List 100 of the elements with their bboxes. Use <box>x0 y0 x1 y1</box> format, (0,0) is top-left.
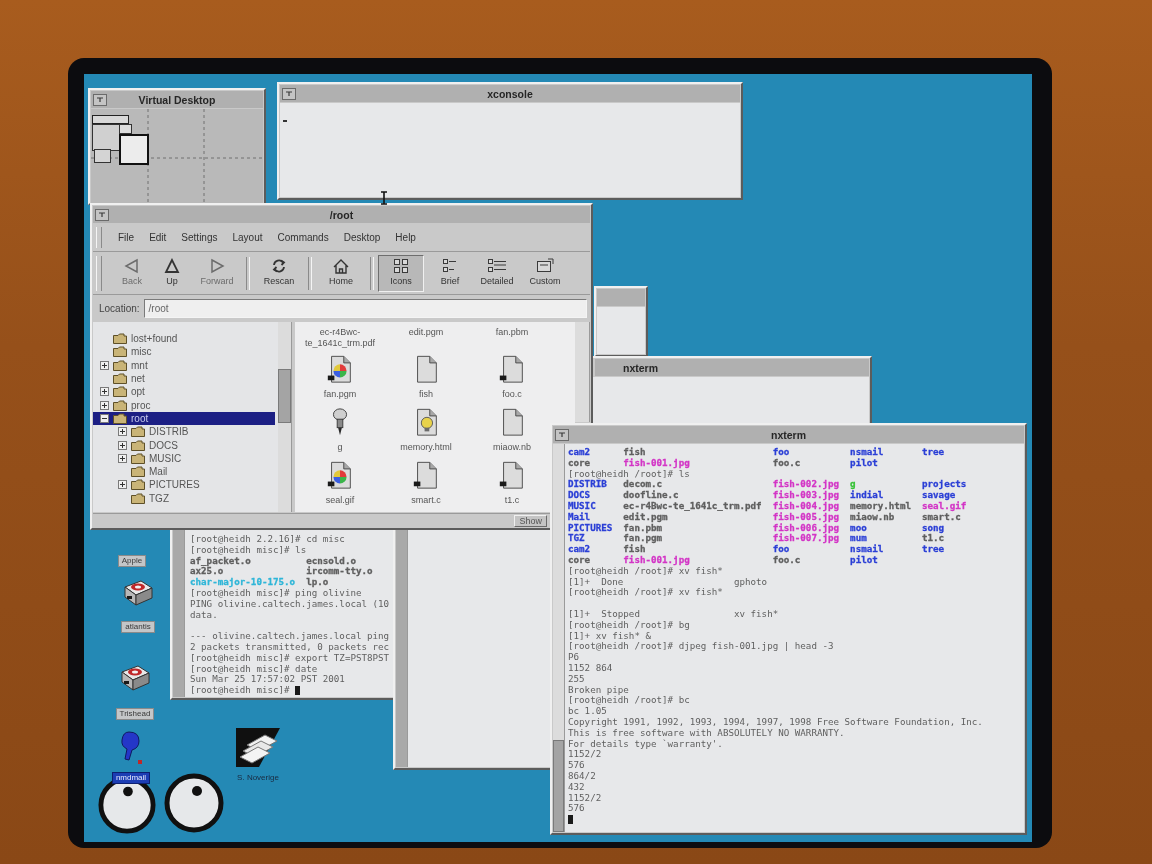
mini-window[interactable] <box>119 124 132 134</box>
scrollbar[interactable] <box>278 322 292 512</box>
window-menu-icon[interactable] <box>282 87 296 100</box>
file-name[interactable]: edit.pgm <box>408 327 444 338</box>
expand-icon[interactable] <box>118 453 127 463</box>
desktop-icon-label[interactable]: atlantis <box>121 621 155 633</box>
tree-item[interactable]: root <box>93 411 275 426</box>
menu-item[interactable]: Help <box>390 230 421 245</box>
tree-item[interactable]: MUSIC <box>93 451 275 465</box>
terminal-line: bc 1.05 <box>568 706 607 717</box>
terminal-line: 1152/2 <box>568 792 602 804</box>
tree-item[interactable]: opt <box>93 385 275 399</box>
tree-item[interactable]: TGZ <box>93 491 275 505</box>
file-name[interactable]: miaow.nb <box>493 442 531 453</box>
expand-icon[interactable] <box>100 400 109 410</box>
terminal-file-name: fish-004.jpg <box>772 501 840 512</box>
desktop-icon-label[interactable]: Apple <box>117 555 147 567</box>
terminal-file-name: lp.o <box>306 577 329 588</box>
mini-window[interactable] <box>94 149 111 163</box>
scrollbar[interactable] <box>575 322 590 422</box>
terminal-file-name: af_packet.o <box>190 555 251 567</box>
terminal-file-name: song <box>922 522 945 534</box>
window-title: nxterm <box>622 361 658 374</box>
scrollbar[interactable] <box>553 444 565 832</box>
terminal-line: Broken pipe <box>568 684 629 696</box>
toolbar-button[interactable]: Icons <box>378 255 424 292</box>
desktop-icon-label[interactable]: nmdmail <box>111 772 151 784</box>
terminal-line: 255 <box>568 673 585 685</box>
desktop-icon-label[interactable]: S. Noverige <box>233 772 283 784</box>
toolbar-grip[interactable] <box>96 227 102 248</box>
window-menu-icon[interactable] <box>555 428 569 441</box>
toolbar-button[interactable]: Up <box>152 255 192 292</box>
mini-window[interactable] <box>119 134 149 165</box>
title-bar[interactable]: nxterm <box>595 359 869 376</box>
terminal-file-name: ec-r4Bwc-te_1641c_trm.pdf <box>623 501 762 512</box>
tree-item[interactable]: misc <box>93 345 275 359</box>
file-name[interactable]: fish <box>419 389 433 400</box>
mini-window[interactable] <box>92 115 129 124</box>
tree-item[interactable]: proc <box>93 398 275 412</box>
toolbar-button[interactable]: Rescan <box>254 255 304 292</box>
mini-window[interactable] <box>92 124 120 151</box>
title-bar[interactable]: Virtual Desktop <box>91 91 263 108</box>
collapse-icon[interactable] <box>100 413 109 423</box>
expand-icon[interactable] <box>100 387 109 397</box>
file-name[interactable]: memory.html <box>400 442 452 453</box>
scrollbar-thumb[interactable] <box>278 369 291 423</box>
location-field[interactable]: /root <box>143 299 587 318</box>
terminal-file-name: fish-002.jpg <box>772 479 840 491</box>
toolbar-button[interactable]: Detailed <box>473 255 521 292</box>
terminal-file-name: nsmail <box>850 544 884 555</box>
menu-item[interactable]: Settings <box>176 230 223 245</box>
terminal-file-name: fish-001.jpg <box>623 554 690 566</box>
expand-icon[interactable] <box>118 480 127 490</box>
menu-item[interactable]: File <box>113 230 140 245</box>
show-button[interactable]: Show <box>514 515 547 527</box>
file-name[interactable]: foo.c <box>502 389 522 400</box>
expand-icon[interactable] <box>100 360 109 370</box>
file-name[interactable]: fan.pgm <box>323 389 357 400</box>
file-name[interactable]: fan.pbm <box>495 327 529 338</box>
terminal-file-name: savage <box>922 490 956 501</box>
scrollbar[interactable] <box>396 529 408 767</box>
scrollbar-thumb[interactable] <box>553 740 564 832</box>
file-name[interactable]: g <box>337 442 343 453</box>
toolbar-button[interactable]: Custom <box>521 255 569 292</box>
desktop-icon-label[interactable]: Trishead <box>115 708 155 720</box>
menu-item[interactable]: Desktop <box>338 230 386 245</box>
tree-item[interactable]: lost+found <box>93 332 275 346</box>
title-bar[interactable]: xconsole <box>280 85 740 102</box>
tree-item[interactable]: DISTRIB <box>93 425 275 439</box>
menu-item[interactable]: Commands <box>272 230 334 245</box>
terminal-file-name: cam2 <box>568 544 591 555</box>
tree-item[interactable]: DOCS <box>93 438 275 452</box>
terminal-file-name: decom.c <box>623 479 663 490</box>
tree-item[interactable]: mnt <box>93 358 275 372</box>
terminal-line: This is free software with ABSOLUTELY NO WARRANTY. <box>568 727 845 739</box>
toolbar-button[interactable]: Brief <box>427 255 473 292</box>
icon-grid-icon <box>391 258 411 274</box>
file-name[interactable]: smart.c <box>411 495 441 506</box>
tree-item[interactable]: PICTURES <box>93 478 275 492</box>
scrollbar[interactable] <box>173 528 185 697</box>
toolbar-grip[interactable] <box>96 256 102 291</box>
file-name[interactable]: t1.c <box>504 495 520 506</box>
tree-item[interactable]: net <box>93 371 275 386</box>
title-bar[interactable]: nxterm <box>553 426 1024 443</box>
expand-icon[interactable] <box>118 440 127 450</box>
tree-item[interactable]: Mail <box>93 464 275 479</box>
expand-icon[interactable] <box>118 427 127 437</box>
paper-stack-icon[interactable] <box>235 727 281 768</box>
text-cursor <box>295 686 301 696</box>
file-name[interactable]: ec-r4Bwc-te_1641c_trm.pdf <box>298 327 382 349</box>
toolbar-button[interactable]: Home <box>316 255 366 292</box>
window-menu-icon[interactable] <box>95 208 109 221</box>
disk-icon[interactable] <box>118 663 152 693</box>
file-name[interactable]: seal.gif <box>325 495 355 506</box>
title-bar[interactable]: /root <box>93 206 590 223</box>
disk-icon[interactable] <box>121 578 155 608</box>
folder-icon <box>113 333 127 345</box>
menu-item[interactable]: Layout <box>227 230 268 245</box>
window-menu-icon[interactable] <box>93 93 107 106</box>
menu-item[interactable]: Edit <box>144 230 172 245</box>
